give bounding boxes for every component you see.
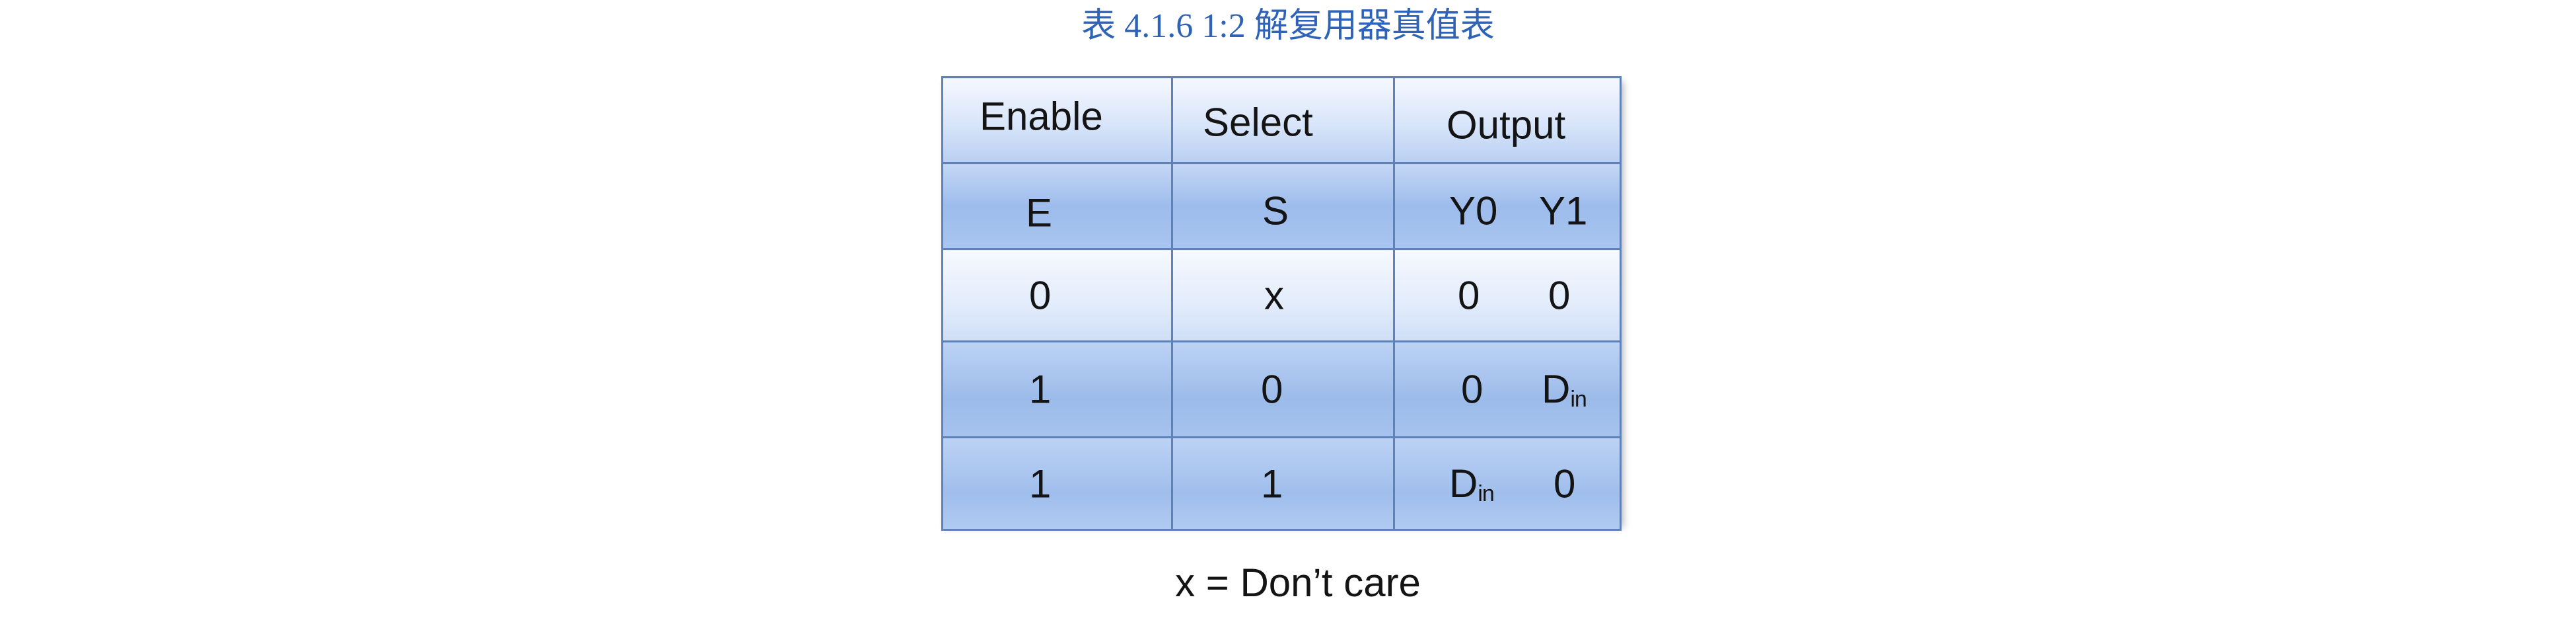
row3-y0-sub: in [1478,481,1494,506]
row1-e: 0 [1029,273,1052,317]
row3-s: 1 [1261,461,1283,506]
symbol-row: E S Y0 Y1 [941,162,1622,250]
symbol-y1: Y1 [1539,188,1588,233]
row1-y1: 0 [1548,273,1571,317]
symbol-e: E [1026,190,1053,235]
symbol-e-cell: E [941,162,1173,250]
table-row: 0 x 0 0 [941,248,1622,342]
header-output-cell: Output [1393,76,1622,164]
table-row: 1 0 0 Din [941,340,1622,438]
row2-y0: 0 [1461,367,1484,412]
symbol-y-cell: Y0 Y1 [1393,162,1622,250]
row2-s-cell: 0 [1171,340,1395,438]
symbol-s-cell: S [1171,162,1395,250]
dont-care-note: x = Don’t care [1175,561,1421,605]
header-select: Select [1203,100,1313,145]
symbol-y0: Y0 [1449,188,1498,233]
header-output: Output [1447,102,1566,147]
row3-y1: 0 [1554,461,1576,506]
row1-e-cell: 0 [941,248,1173,342]
row1-s-cell: x [1171,248,1395,342]
row3-y0: Din [1449,461,1495,507]
row3-e-cell: 1 [941,436,1173,531]
row1-y-cell: 0 0 [1393,248,1622,342]
row2-s: 0 [1261,367,1283,412]
row2-e: 1 [1029,367,1052,412]
header-enable: Enable [980,94,1103,139]
row2-y1-sub: in [1570,387,1587,412]
row1-y0: 0 [1458,273,1480,317]
table-row: 1 1 Din 0 [941,436,1622,531]
row2-y1-base: D [1542,367,1571,411]
row3-e: 1 [1029,461,1052,506]
row2-y1: Din [1542,366,1587,412]
header-row: Enable Select Output [941,76,1622,164]
row2-e-cell: 1 [941,340,1173,438]
row1-s: x [1264,273,1284,317]
row2-y-cell: 0 Din [1393,340,1622,438]
header-select-cell: Select [1171,76,1395,164]
header-enable-cell: Enable [941,76,1173,164]
truth-table: Enable Select Output E S Y0 Y1 0 x 0 0 1… [941,76,1622,531]
row3-y0-base: D [1449,461,1478,506]
row3-y-cell: Din 0 [1393,436,1622,531]
symbol-s: S [1262,188,1289,233]
row3-s-cell: 1 [1171,436,1395,531]
table-caption: 表 4.1.6 1:2 解复用器真值表 [1081,7,1495,45]
